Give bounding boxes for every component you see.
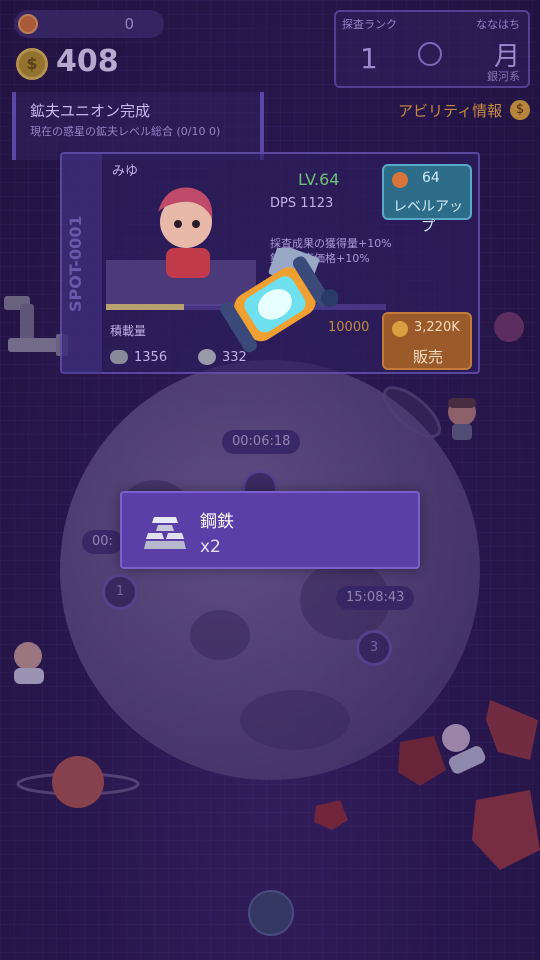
- gold-amount: 408: [56, 44, 119, 79]
- planet-label: ななはち: [476, 18, 520, 31]
- rank-label: 探査ランク: [342, 18, 397, 31]
- planet-system: 銀河系: [487, 70, 520, 83]
- rank-panel[interactable]: 探査ランク 1 ななはち 月 銀河系: [334, 10, 530, 88]
- rank-orb-icon: [418, 42, 442, 66]
- energy-canister-icon[interactable]: [214, 248, 338, 364]
- level-up-cost: 64: [422, 170, 440, 186]
- character-level: LV.64: [298, 170, 340, 189]
- ore-count: 1356: [134, 350, 168, 365]
- coin-icon: [392, 321, 408, 337]
- ability-info-link[interactable]: アビリティ情報: [398, 100, 502, 121]
- cargo-progress-fill: [106, 304, 185, 310]
- spot-tab: SPOT-0001: [62, 154, 102, 374]
- resource-counter: 0: [14, 10, 164, 38]
- coin-icon: $: [16, 48, 48, 80]
- mission-panel[interactable]: 鉱夫ユニオン完成 現在の惑星の鉱夫レベル総合 (0/10 0): [12, 92, 264, 160]
- game-screen: 00:06:18 00: 15:08:43 1 3 0 $ 408 探査ランク …: [0, 0, 540, 960]
- spot-id: SPOT-0001: [66, 215, 85, 313]
- rank-value: 1: [360, 42, 378, 75]
- character-dps: DPS 1123: [270, 196, 334, 211]
- item-quantity: x2: [200, 537, 221, 557]
- mission-title: 鉱夫ユニオン完成: [30, 102, 151, 120]
- coin-icon[interactable]: $: [510, 100, 530, 120]
- level-up-button[interactable]: 64 レベルアップ: [382, 164, 472, 235]
- mission-description: 現在の惑星の鉱夫レベル総合 (0/10 0): [30, 125, 221, 138]
- item-name: 鋼鉄: [200, 512, 234, 532]
- level-up-label: レベルアップ: [393, 199, 463, 235]
- resource-value: 0: [124, 15, 134, 33]
- sell-button[interactable]: 3,220K 販売: [382, 312, 472, 370]
- item-obtained-popup[interactable]: 鋼鉄 x2: [120, 491, 420, 569]
- cargo-label: 積載量: [110, 324, 147, 338]
- iron-ore-icon: [110, 350, 128, 364]
- character-name: みゆ: [112, 164, 139, 179]
- sell-value: 3,220K: [414, 320, 460, 335]
- gem-icon: [18, 14, 38, 34]
- sell-label: 販売: [412, 348, 443, 366]
- coin-icon: [392, 172, 408, 188]
- steel-ingot-icon: [144, 517, 186, 549]
